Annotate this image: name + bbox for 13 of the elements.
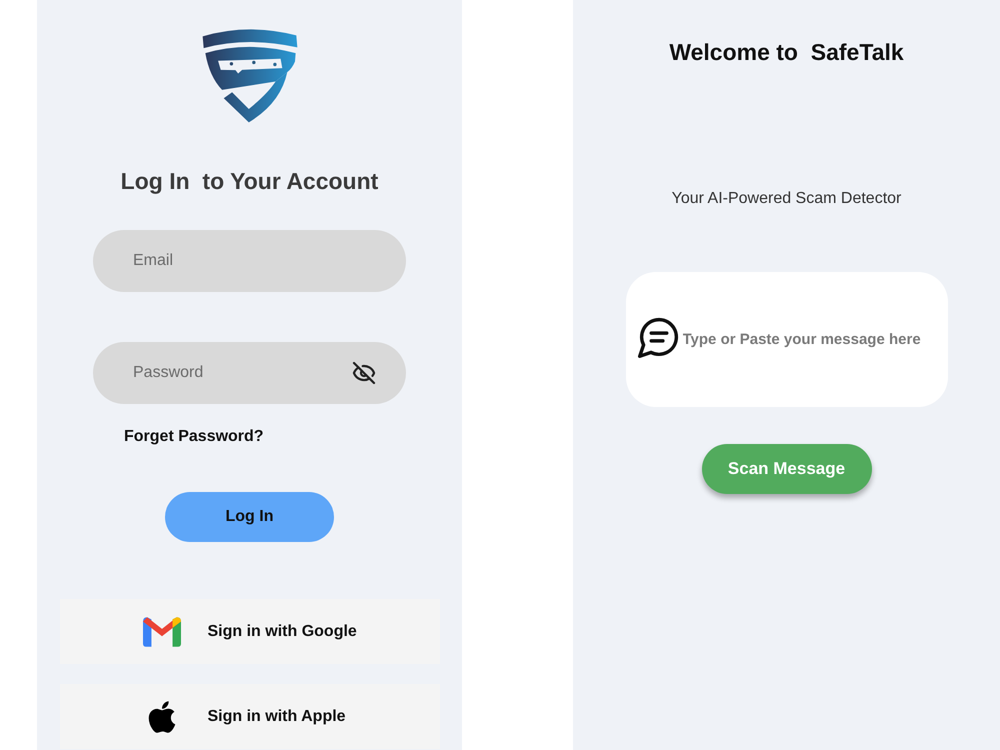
message-field[interactable]: Type or Paste your message here bbox=[626, 272, 948, 407]
tagline: Your AI-Powered Scam Detector bbox=[672, 189, 902, 209]
email-field[interactable]: Email bbox=[93, 230, 406, 292]
login-button[interactable]: Log In bbox=[165, 492, 334, 542]
eye-off-icon[interactable] bbox=[352, 361, 376, 385]
chat-bubble-icon bbox=[638, 316, 680, 358]
welcome-title: Welcome to SafeTalk bbox=[669, 38, 904, 67]
login-title: Log In to Your Account bbox=[120, 167, 378, 196]
password-field[interactable]: Password bbox=[93, 342, 406, 404]
gmail-icon bbox=[142, 616, 180, 646]
apple-sign-in-button[interactable]: Sign in with Apple bbox=[60, 684, 440, 749]
google-sign-in-button[interactable]: Sign in with Google bbox=[60, 599, 440, 664]
forgot-password-link[interactable]: Forget Password? bbox=[124, 428, 264, 445]
